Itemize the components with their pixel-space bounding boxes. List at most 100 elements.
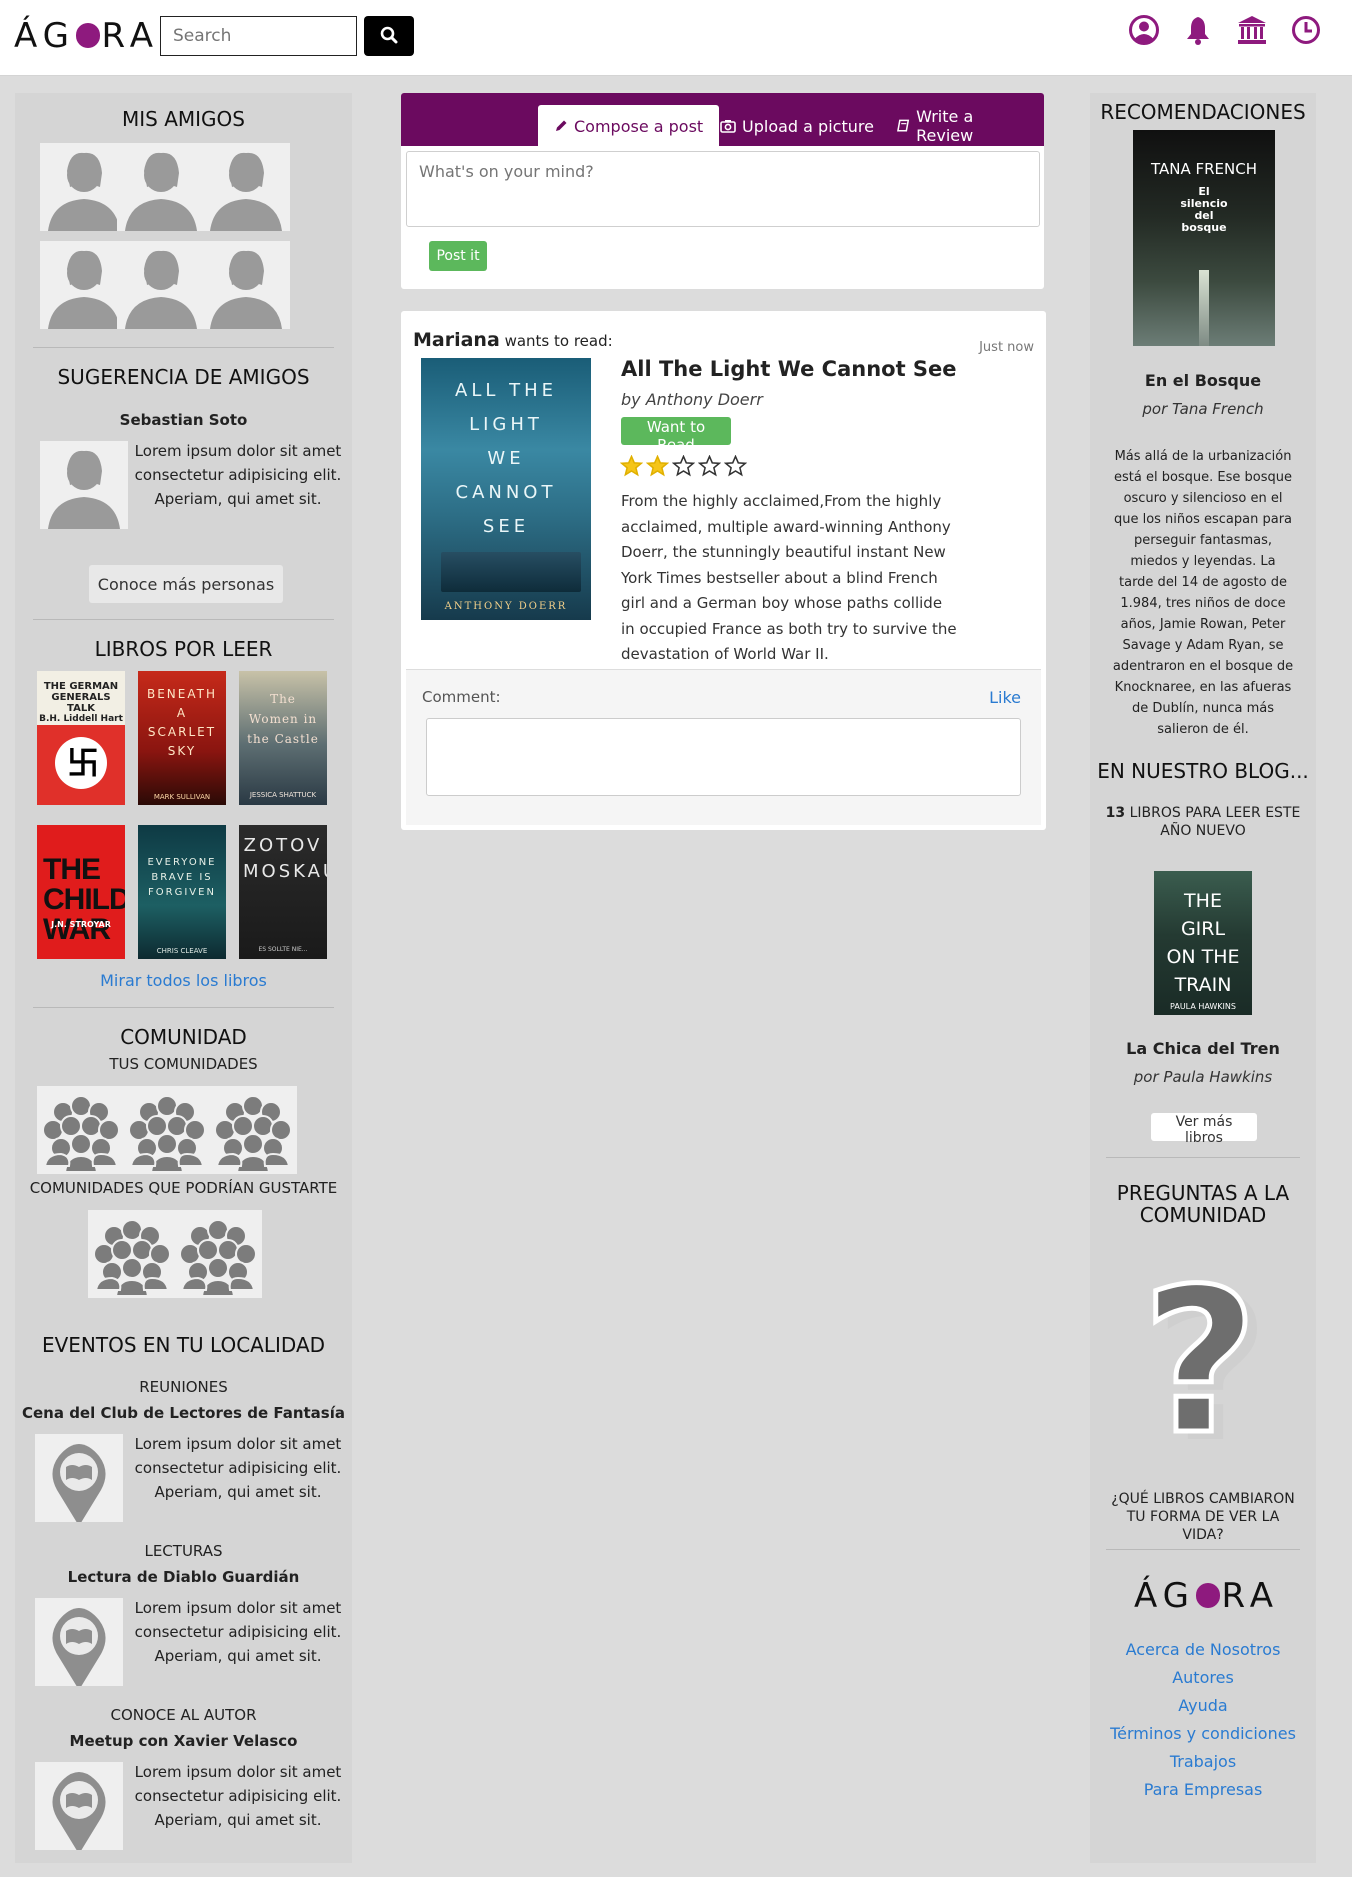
blog-post-count: 13 bbox=[1105, 805, 1126, 821]
your-communities-label: TUS COMUNIDADES bbox=[109, 1055, 258, 1073]
cover-art: 卐 bbox=[37, 725, 125, 805]
footer-links: Acerca de Nosotros Autores Ayuda Términos y… bbox=[1090, 1640, 1316, 1808]
star-filled-icon[interactable] bbox=[619, 454, 644, 481]
top-navbar: ÁG RA bbox=[0, 0, 1352, 76]
book-cover-title: BENEATH A SCARLET SKY bbox=[146, 687, 217, 758]
book-cover-author: JESSICA SHATTUCK bbox=[249, 791, 317, 799]
composer-tabs: Compose a post Upload a picture Write a … bbox=[401, 93, 1044, 147]
blog-cover-title-line: ON THE bbox=[1166, 946, 1240, 968]
cover-author: ANTHONY DOERR bbox=[444, 601, 568, 612]
event-name[interactable]: Cena del Club de Lectores de Fantasía bbox=[15, 1404, 352, 1422]
rating-stars[interactable] bbox=[619, 454, 748, 481]
star-filled-icon[interactable] bbox=[645, 454, 670, 481]
community-icon[interactable] bbox=[88, 1210, 176, 1298]
location-pin-icon[interactable] bbox=[35, 1598, 123, 1686]
post-book-title[interactable]: All The Light We Cannot See bbox=[621, 357, 957, 381]
footer-link[interactable]: Autores bbox=[1090, 1668, 1316, 1687]
book-cover-author: MARK SULLIVAN bbox=[153, 793, 211, 801]
like-link[interactable]: Like bbox=[989, 688, 1021, 707]
community-icon[interactable] bbox=[37, 1086, 125, 1174]
pencil-icon bbox=[556, 120, 567, 131]
community-icon[interactable] bbox=[209, 1086, 297, 1174]
suggest-text: Lorem ipsum dolor sit amet consectetur a… bbox=[134, 442, 342, 508]
blog-post-text: LIBROS PARA LEER ESTE AÑO NUEVO bbox=[1129, 805, 1301, 839]
post-user[interactable]: Mariana bbox=[413, 329, 500, 351]
footer-link[interactable]: Acerca de Nosotros bbox=[1090, 1640, 1316, 1659]
friend-avatar[interactable] bbox=[202, 241, 290, 329]
tab-compose-post[interactable]: Compose a post bbox=[538, 105, 720, 147]
footer-link[interactable]: Trabajos bbox=[1090, 1752, 1316, 1771]
post-book-cover[interactable]: ALL THE LIGHT WE CANNOT SEE ANTHONY DOERR bbox=[421, 358, 591, 620]
book-cover-scarlet-sky[interactable]: BENEATH A SCARLET SKY MARK SULLIVAN bbox=[138, 671, 226, 805]
blog-cover-title: THE GIRL ON THE TRAIN bbox=[1154, 887, 1252, 999]
footer-link[interactable]: Para Empresas bbox=[1090, 1780, 1316, 1799]
footer-link[interactable]: Ayuda bbox=[1090, 1696, 1316, 1715]
suggest-name[interactable]: Sebastian Soto bbox=[15, 411, 352, 429]
more-books-button[interactable]: Ver más libros bbox=[1151, 1113, 1257, 1146]
rec-cover-author: TANA FRENCH bbox=[1150, 160, 1257, 178]
post-it-button[interactable]: Post it bbox=[429, 241, 487, 271]
left-sidebar: MIS AMIGOS SUGERENCIA DE AMIGOS Sebastia… bbox=[15, 93, 352, 1863]
blog-book-cover[interactable]: THE GIRL ON THE TRAIN PAULA HAWKINS bbox=[1154, 871, 1252, 1015]
tab-write-review[interactable]: Write a Review bbox=[881, 105, 1044, 147]
post-book-author[interactable]: by Anthony Doerr bbox=[621, 390, 763, 409]
rec-cover-title: El silencio del bosque bbox=[1180, 185, 1228, 234]
clock-icon[interactable] bbox=[1290, 14, 1322, 46]
community-icon[interactable] bbox=[123, 1086, 211, 1174]
book-cover-german-generals[interactable]: THE GERMAN GENERALS TALK B.H. Liddell Ha… bbox=[37, 671, 125, 805]
book-cover-women-castle[interactable]: The Women in the Castle JESSICA SHATTUCK bbox=[239, 671, 327, 805]
recommendations-title: RECOMENDACIONES bbox=[1100, 100, 1306, 124]
star-empty-icon[interactable] bbox=[671, 454, 696, 481]
star-empty-icon[interactable] bbox=[723, 454, 748, 481]
footer-logo[interactable]: ÁG RA bbox=[1134, 1576, 1279, 1616]
suggested-communities-label: COMUNIDADES QUE PODRÍAN GUSTARTE bbox=[29, 1179, 338, 1197]
divider bbox=[33, 1007, 334, 1008]
blog-book-author: por Paula Hawkins bbox=[1133, 1068, 1273, 1086]
svg-text:?: ? bbox=[1142, 1271, 1258, 1449]
camera-icon bbox=[720, 120, 736, 133]
event-name[interactable]: Lectura de Diablo Guardián bbox=[15, 1568, 352, 1586]
divider bbox=[1106, 1549, 1300, 1550]
friend-avatar[interactable] bbox=[40, 143, 128, 231]
friend-avatar[interactable] bbox=[117, 143, 205, 231]
rec-book-title[interactable]: En el Bosque bbox=[1090, 371, 1316, 390]
event-name[interactable]: Meetup con Xavier Velasco bbox=[15, 1732, 352, 1750]
blog-book-title[interactable]: La Chica del Tren bbox=[1090, 1039, 1316, 1058]
book-cover-everyone-brave[interactable]: EVERYONE BRAVE IS FORGIVEN CHRIS CLEAVE bbox=[138, 825, 226, 959]
cover-title-line: WE bbox=[487, 448, 525, 469]
star-empty-icon[interactable] bbox=[697, 454, 722, 481]
search-button[interactable] bbox=[364, 16, 414, 56]
book-cover-childrens-war[interactable]: THE CHILDREN'S WAR J.N. STROYAR bbox=[37, 825, 125, 959]
event-category: REUNIONES bbox=[139, 1378, 228, 1396]
cover-title-line: ALL THE bbox=[455, 380, 557, 401]
book-cover-title: ZOTOV MOSKAU bbox=[243, 835, 327, 882]
want-to-read-button[interactable]: Want to Read bbox=[621, 417, 731, 454]
all-books-link[interactable]: Mirar todos los libros bbox=[15, 971, 352, 990]
footer-link[interactable]: Términos y condiciones bbox=[1090, 1724, 1316, 1743]
user-circle-icon[interactable] bbox=[1128, 14, 1160, 46]
comment-textarea[interactable] bbox=[426, 718, 1021, 796]
bell-icon[interactable] bbox=[1182, 14, 1214, 46]
blog-cover-title-line: GIRL bbox=[1180, 918, 1226, 940]
question-mark-icon: ? ? bbox=[1130, 1244, 1276, 1488]
community-icon[interactable] bbox=[174, 1210, 262, 1298]
location-pin-icon[interactable] bbox=[35, 1762, 123, 1850]
search-input[interactable] bbox=[160, 16, 357, 56]
rec-book-cover[interactable]: TANA FRENCH El silencio del bosque bbox=[1133, 130, 1275, 346]
friend-avatar[interactable] bbox=[40, 241, 128, 329]
suggest-avatar[interactable] bbox=[40, 441, 128, 529]
event-category: LECTURAS bbox=[144, 1542, 223, 1560]
tab-upload-picture[interactable]: Upload a picture bbox=[704, 105, 890, 147]
community-question[interactable]: ¿QUÉ LIBROS CAMBIARON TU FORMA DE VER LA… bbox=[1104, 1490, 1302, 1544]
friend-avatar[interactable] bbox=[117, 241, 205, 329]
book-cover-zotov[interactable]: ZOTOV MOSKAU ES SOLLTE NIE... bbox=[239, 825, 327, 959]
friend-avatar[interactable] bbox=[202, 143, 290, 231]
book-cover-title: EVERYONE BRAVE IS FORGIVEN bbox=[147, 857, 217, 898]
more-people-button[interactable]: Conoce más personas bbox=[89, 565, 283, 603]
bank-icon[interactable] bbox=[1236, 14, 1268, 46]
cover-city-art bbox=[441, 552, 581, 592]
blog-post-title[interactable]: 13 LIBROS PARA LEER ESTE AÑO NUEVO bbox=[1100, 804, 1306, 840]
post-textarea[interactable] bbox=[406, 151, 1040, 227]
agora-logo[interactable]: ÁG RA bbox=[14, 16, 159, 56]
location-pin-icon[interactable] bbox=[35, 1434, 123, 1522]
